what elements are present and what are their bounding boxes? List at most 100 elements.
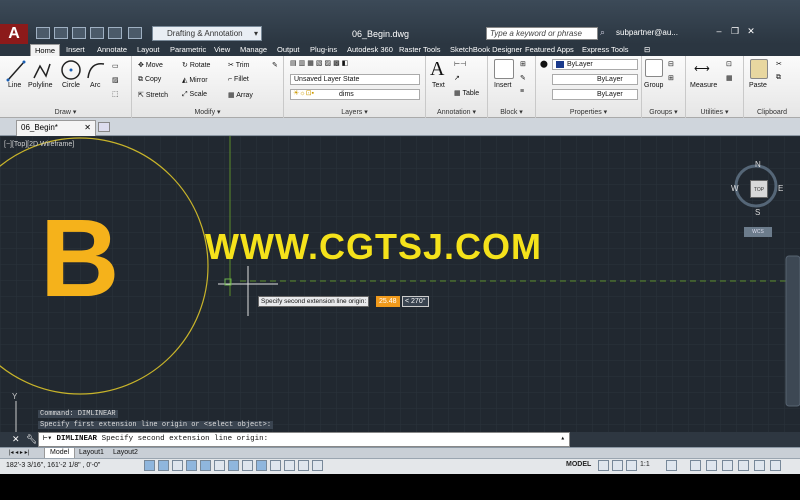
search-input[interactable]: Type a keyword or phrase (486, 27, 598, 40)
trim-tool[interactable]: ✂ Trim (228, 61, 249, 69)
modify-panel-title[interactable]: Modify ▾ (132, 108, 283, 116)
ribbon-minimize-icon[interactable]: ⊟ (640, 44, 654, 56)
calculator-icon[interactable]: ▦ (726, 74, 733, 82)
tab-autodesk-360[interactable]: Autodesk 360 (343, 44, 397, 56)
redo-icon[interactable] (128, 27, 142, 39)
annotation-visibility-icon[interactable] (626, 460, 637, 471)
group-edit-icon[interactable]: ⊞ (668, 74, 674, 82)
layer-state-dropdown[interactable]: Unsaved Layer State (290, 74, 420, 85)
ducs-icon[interactable] (242, 460, 253, 471)
object-snap-icon[interactable] (200, 460, 211, 471)
hardware-acceleration-icon[interactable] (722, 460, 733, 471)
array-tool[interactable]: ▦ Array (228, 91, 253, 99)
line-icon[interactable] (6, 60, 26, 82)
polyline-icon[interactable] (32, 60, 52, 82)
annotation-panel-title[interactable]: Annotation ▾ (426, 108, 487, 116)
tab-sketchbook-designer[interactable]: SketchBook Designer (446, 44, 526, 56)
color-dropdown[interactable]: ByLayer (552, 59, 638, 70)
measure-icon[interactable]: ⟷ (694, 62, 710, 75)
chevron-up-icon[interactable]: ▴ (560, 433, 565, 446)
tab-manage[interactable]: Manage (236, 44, 271, 56)
model-space-toggle[interactable]: MODEL (566, 461, 591, 468)
annotation-scale-icon[interactable] (666, 460, 677, 471)
viewport-controls[interactable]: [−][Top][2D Wireframe] (4, 141, 74, 148)
coordinates[interactable]: 182'-3 3/16", 161'-2 1/8" , 0'-0" (6, 462, 100, 469)
distance-input[interactable]: 25.48 (376, 296, 400, 307)
insert-block-icon[interactable] (494, 59, 514, 79)
cut-icon[interactable]: ✂ (776, 60, 782, 68)
lock-icon[interactable] (706, 460, 717, 471)
polar-tracking-icon[interactable] (186, 460, 197, 471)
scale-tool[interactable]: ⤢ Scale (182, 91, 207, 99)
tab-express-tools[interactable]: Express Tools (578, 44, 633, 56)
compass-east[interactable]: E (778, 184, 783, 193)
close-icon[interactable]: ✕ (12, 434, 20, 445)
new-icon[interactable] (36, 27, 50, 39)
create-block-icon[interactable]: ⊞ (520, 60, 526, 68)
snap-mode-icon[interactable] (144, 460, 155, 471)
tab-parametric[interactable]: Parametric (166, 44, 210, 56)
hatch-icon[interactable]: ▨ (112, 76, 119, 84)
quick-view-layouts-icon[interactable] (598, 460, 609, 471)
tab-raster-tools[interactable]: Raster Tools (395, 44, 445, 56)
draw-panel-title[interactable]: Draw ▾ (0, 108, 131, 116)
group-icon[interactable] (645, 59, 663, 77)
transparency-icon[interactable] (284, 460, 295, 471)
dimension-icon[interactable]: ⊢⊣ (454, 60, 466, 68)
tab-home[interactable]: Home (30, 44, 61, 56)
selection-cycling-icon[interactable] (312, 460, 323, 471)
drawing-canvas[interactable]: B Y (0, 136, 800, 432)
object-snap-tracking-icon[interactable] (228, 460, 239, 471)
save-as-icon[interactable] (90, 27, 104, 39)
layers-panel-title[interactable]: Layers ▾ (284, 108, 425, 116)
block-panel-title[interactable]: Block ▾ (488, 108, 535, 116)
open-icon[interactable] (54, 27, 68, 39)
match-properties-icon[interactable]: ⬤ (540, 60, 548, 68)
quick-view-drawings-icon[interactable] (612, 460, 623, 471)
new-tab-icon[interactable] (98, 122, 110, 132)
ungroup-icon[interactable]: ⊟ (668, 60, 674, 68)
close-tab-icon[interactable]: ✕ (84, 121, 91, 135)
copy-clip-icon[interactable]: ⧉ (776, 74, 781, 82)
angle-input[interactable]: < 270° (402, 296, 429, 307)
3d-object-snap-icon[interactable] (214, 460, 225, 471)
document-tab[interactable]: 06_Begin* ✕ (16, 120, 96, 136)
compass-south[interactable]: S (755, 208, 760, 217)
properties-panel-title[interactable]: Properties ▾ (536, 108, 641, 116)
restore-icon[interactable]: ❐ (730, 26, 740, 38)
save-icon[interactable] (72, 27, 86, 39)
attribute-icon[interactable]: ≡ (520, 88, 524, 95)
tab-layout[interactable]: Layout (133, 44, 164, 56)
command-line-input[interactable]: ⊢▾ DIMLINEAR Specify second extension li… (38, 432, 570, 447)
close-icon[interactable]: ✕ (746, 26, 756, 38)
clean-screen-icon[interactable] (770, 460, 781, 471)
search-icon[interactable]: ⌕ (600, 27, 612, 40)
lineweight-icon[interactable] (270, 460, 281, 471)
ortho-mode-icon[interactable] (172, 460, 183, 471)
compass-west[interactable]: W (731, 184, 739, 193)
user-account[interactable]: subpartner@au... (616, 28, 678, 37)
erase-icon[interactable]: ✎ (272, 61, 278, 69)
tab-annotate[interactable]: Annotate (93, 44, 131, 56)
copy-tool[interactable]: ⧉ Copy (138, 76, 161, 84)
status-menu-icon[interactable] (754, 460, 765, 471)
workspace-switching-icon[interactable] (690, 460, 701, 471)
tab-output[interactable]: Output (273, 44, 304, 56)
clipboard-panel-title[interactable]: Clipboard (744, 109, 800, 116)
table-tool[interactable]: ▦ Table (454, 89, 479, 97)
wrench-icon[interactable]: 🔧︎ (26, 434, 37, 445)
edit-block-icon[interactable]: ✎ (520, 74, 526, 82)
move-tool[interactable]: ✥ Move (138, 61, 163, 69)
undo-icon[interactable] (108, 27, 122, 39)
mirror-tool[interactable]: ◭ Mirror (182, 76, 208, 84)
navigation-bar[interactable] (785, 255, 800, 407)
compass-north[interactable]: N (755, 160, 761, 169)
leader-icon[interactable]: ↗ (454, 74, 460, 82)
groups-panel-title[interactable]: Groups ▾ (642, 108, 685, 116)
quick-properties-icon[interactable] (298, 460, 309, 471)
quick-select-icon[interactable]: ⊡ (726, 60, 732, 68)
stretch-tool[interactable]: ⇱ Stretch (138, 91, 168, 99)
utilities-panel-title[interactable]: Utilities ▾ (686, 108, 743, 116)
wcs-menu[interactable]: WCS (744, 227, 772, 237)
lineweight-dropdown[interactable]: ByLayer (552, 89, 638, 100)
